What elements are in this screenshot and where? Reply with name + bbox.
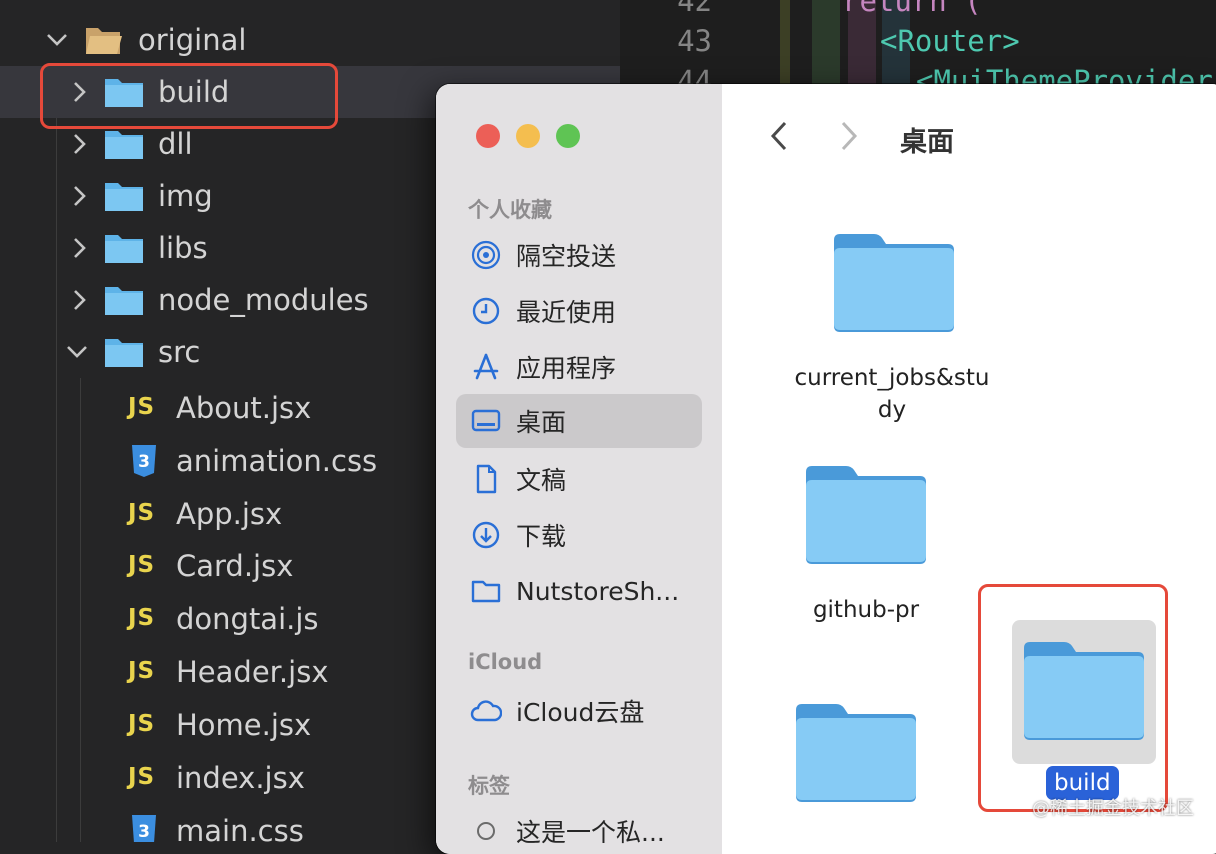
tree-label-dll: dll [158,127,193,161]
sidebar-header-tags: 标签 [468,774,510,798]
desktop-icon [470,405,502,437]
tree-label-libs: libs [158,231,208,265]
folder-icon [104,232,144,264]
file-label: animation.css [176,444,378,478]
sidebar-label: 下载 [516,522,567,551]
sidebar-label: 文稿 [516,466,567,495]
zoom-button[interactable] [556,124,580,148]
download-icon [470,519,502,551]
sidebar-item-recents[interactable]: 最近使用 [456,284,702,338]
chevron-right-icon [66,287,92,313]
chevron-down-icon [44,27,70,53]
highlight-box-build-tree [40,63,338,129]
clock-icon [470,295,502,327]
sidebar-item-nutstore[interactable]: NutstoreSh... [456,564,702,618]
sidebar-item-tag[interactable]: 这是一个私... [456,804,702,854]
css-file-icon: 3 [130,444,158,478]
chevron-down-icon [64,339,90,365]
watermark: @稀土掘金技术社区 [1032,798,1194,819]
airdrop-icon [470,239,502,271]
back-button[interactable] [764,118,794,154]
sidebar-header-icloud: iCloud [468,650,543,674]
sidebar-label: 隔空投送 [516,242,617,271]
sidebar-label: 桌面 [516,408,567,437]
file-label: main.css [176,814,304,842]
close-button[interactable] [476,124,500,148]
item-label-line: dy [877,397,907,423]
sidebar-item-airdrop[interactable]: 隔空投送 [456,228,702,282]
folder-open-icon [84,24,124,56]
svg-text:3: 3 [138,822,150,842]
sidebar-item-documents[interactable]: 文稿 [456,452,702,506]
folder-icon [470,575,502,607]
folder-icon [104,284,144,316]
svg-text:3: 3 [138,452,150,472]
document-icon [470,463,502,495]
js-file-icon: JS [128,394,156,420]
cloud-icon [470,695,502,727]
sidebar-label: 最近使用 [516,298,617,327]
finder-window: 个人收藏 隔空投送 最近使用 应用程序 桌面 文稿 下载 NutstoreSh.… [436,84,1216,854]
file-label: App.jsx [176,497,283,531]
js-file-icon: JS [128,764,156,790]
js-file-icon: JS [128,658,156,684]
finder-content: 桌面 current_jobs&stu dy github-pr build [722,84,1216,854]
folder-icon[interactable] [832,230,956,334]
js-file-icon: JS [128,552,156,578]
sidebar-label: NutstoreSh... [516,576,680,606]
code-line: <Router> [880,24,1020,58]
highlight-box-build-finder [978,584,1168,812]
css-file-icon: 3 [130,814,158,842]
chevron-right-icon [66,183,92,209]
file-label: index.jsx [176,761,305,795]
file-label: About.jsx [176,391,312,425]
sidebar-item-applications[interactable]: 应用程序 [456,340,702,394]
tree-row-original[interactable]: original [0,14,620,66]
tag-circle-icon [470,815,502,847]
sidebar-item-desktop[interactable]: 桌面 [456,394,702,448]
tree-label-original: original [138,23,247,57]
folder-icon [104,180,144,212]
line-number: 42 [677,0,712,18]
sidebar-item-downloads[interactable]: 下载 [456,508,702,562]
line-number: 43 [677,24,712,58]
js-file-icon: JS [128,500,156,526]
file-label: Header.jsx [176,655,329,689]
file-label: Home.jsx [176,708,312,742]
folder-open-icon [104,336,144,368]
code-line: return ( [842,0,982,18]
tree-label-node-modules: node_modules [158,283,369,317]
chevron-right-icon [66,131,92,157]
item-label: current_jobs&stu dy [782,362,1002,426]
tree-label-src: src [158,335,201,369]
finder-sidebar: 个人收藏 隔空投送 最近使用 应用程序 桌面 文稿 下载 NutstoreSh.… [436,84,722,854]
sidebar-label: 这是一个私... [516,818,665,847]
forward-button[interactable] [834,118,864,154]
sidebar-label: iCloud云盘 [516,698,645,727]
file-label: dongtai.js [176,602,319,636]
sidebar-label: 应用程序 [516,354,617,383]
js-file-icon: JS [128,605,156,631]
minimize-button[interactable] [516,124,540,148]
folder-icon[interactable] [804,462,928,566]
sidebar-item-icloud-drive[interactable]: iCloud云盘 [456,684,702,738]
file-label: Card.jsx [176,549,294,583]
folder-icon[interactable] [794,700,918,804]
folder-icon [104,128,144,160]
item-label: github-pr [812,597,920,623]
applications-icon [470,351,502,383]
finder-title: 桌面 [900,127,954,158]
chevron-right-icon [66,235,92,261]
item-label-line: current_jobs&stu [794,365,990,391]
js-file-icon: JS [128,711,156,737]
tree-label-img: img [158,179,213,213]
sidebar-header-favorites: 个人收藏 [468,198,552,222]
